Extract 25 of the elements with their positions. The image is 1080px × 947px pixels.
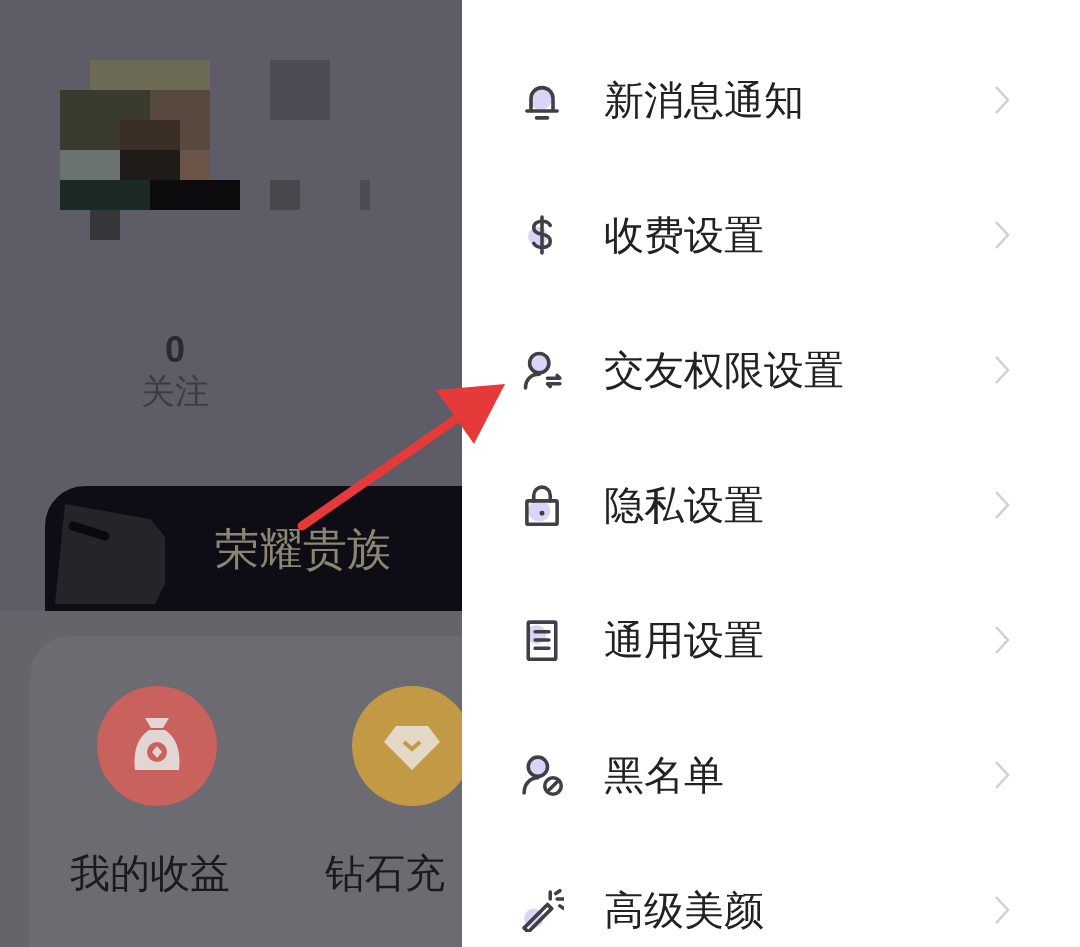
menu-label: 交友权限设置 <box>604 346 845 394</box>
menu-label: 通用设置 <box>604 616 765 664</box>
menu-item[interactable]: 高级美颜 <box>462 842 1080 947</box>
user-blocked-icon <box>520 752 564 797</box>
stat-value: 0 <box>165 330 185 370</box>
chevron-right-icon <box>994 489 1010 520</box>
chevron-right-icon <box>994 759 1010 790</box>
chevron-right-icon <box>994 219 1010 250</box>
noble-title: 荣耀贵族 <box>215 522 391 575</box>
chevron-right-icon <box>994 894 1010 925</box>
menu-item[interactable]: 收费设置 <box>462 167 1080 302</box>
menu-item[interactable]: 通用设置 <box>462 572 1080 707</box>
chevron-right-icon <box>994 84 1010 115</box>
menu-label: 高级美颜 <box>604 886 765 934</box>
menu-label: 收费设置 <box>604 211 765 259</box>
menu-item[interactable]: 新消息通知 <box>462 32 1080 167</box>
menu-item[interactable]: 黑名单 <box>462 707 1080 842</box>
magic-wand-icon <box>520 887 564 932</box>
chevron-right-icon <box>994 354 1010 385</box>
menu-item[interactable]: 隐私设置 <box>462 437 1080 572</box>
menu-label: 新消息通知 <box>604 76 805 124</box>
menu-label: 隐私设置 <box>604 481 765 529</box>
menu-label: 黑名单 <box>604 751 725 799</box>
menu-item[interactable]: 交友权限设置 <box>462 302 1080 437</box>
chevron-right-icon <box>994 624 1010 655</box>
